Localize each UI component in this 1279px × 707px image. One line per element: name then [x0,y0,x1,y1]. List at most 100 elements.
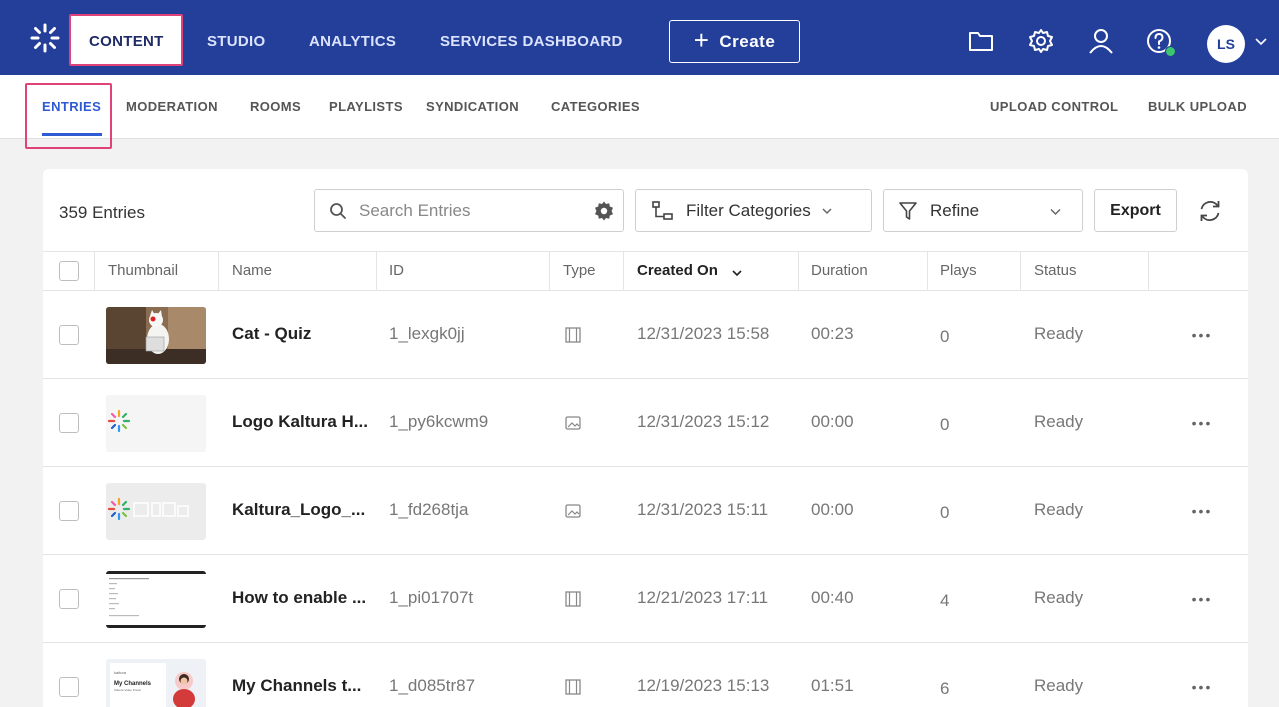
kaltura-logo-icon[interactable] [29,22,61,54]
video-icon [565,591,581,607]
header-created-on[interactable]: Created On [637,262,718,279]
column-separator [376,252,377,291]
more-actions-button[interactable]: ••• [1187,677,1217,697]
topnav-analytics[interactable]: ANALYTICS [309,32,396,52]
more-actions-button[interactable]: ••• [1187,413,1217,433]
row-checkbox[interactable] [59,589,79,609]
entries-tab-highlight [25,83,112,149]
entry-id: 1_d085tr87 [389,676,476,695]
kaltura-logo-thumbnail [106,395,206,452]
header-id[interactable]: ID [389,262,404,279]
subnav-syndication[interactable]: SYNDICATION [426,99,519,114]
create-button[interactable]: + Create [669,20,800,63]
entry-plays: 6 [940,679,950,698]
chevron-down-icon[interactable] [1254,34,1268,48]
create-label: Create [719,31,776,51]
sort-descending-icon[interactable] [731,267,743,279]
thumbnail-how-to-enable[interactable] [106,571,206,628]
user-icon[interactable] [1087,27,1115,55]
upload-control-link[interactable]: UPLOAD CONTROL [990,99,1118,114]
folder-icon[interactable] [967,27,995,55]
user-avatar[interactable]: LS [1207,25,1245,63]
table-header: Thumbnail Name ID Type Created On Durati… [43,251,1248,291]
online-status-dot [1165,46,1176,57]
more-actions-button[interactable]: ••• [1187,589,1217,609]
category-tree-icon [652,200,673,220]
table-row[interactable]: How to enable ... 1_pi01707t 12/21/2023 … [43,555,1248,643]
refresh-icon[interactable] [1197,198,1223,224]
entry-plays: 4 [940,591,950,610]
cat-video-thumbnail [106,307,206,364]
row-checkbox[interactable] [59,413,79,433]
entry-name[interactable]: How to enable ... [232,588,366,608]
entry-name[interactable]: Logo Kaltura H... [232,412,368,432]
entry-name[interactable]: Kaltura_Logo_... [232,500,365,520]
export-button[interactable]: Export [1094,189,1177,232]
refine-dropdown[interactable]: Refine [883,189,1083,232]
bulk-upload-link[interactable]: BULK UPLOAD [1148,99,1247,114]
column-separator [798,252,799,291]
entry-id: 1_fd268tja [389,500,469,519]
settings-gear-icon[interactable] [1027,27,1055,55]
video-icon [565,327,581,343]
column-separator [94,252,95,291]
topnav-studio[interactable]: STUDIO [207,32,265,52]
thumbnail-logo-kaltura[interactable] [106,395,206,452]
entry-created-on: 12/31/2023 15:12 [637,412,770,431]
entry-id: 1_py6kcwm9 [389,412,489,431]
column-separator [549,252,550,291]
subnav-rooms[interactable]: ROOMS [250,99,301,114]
thumb-title-text: My Channels [114,681,152,687]
video-icon [565,679,581,695]
search-box[interactable] [314,189,624,232]
entry-status: Ready [1034,324,1084,343]
table-row[interactable]: Kaltura_Logo_... 1_fd268tja 12/31/2023 1… [43,467,1248,555]
more-actions-button[interactable]: ••• [1187,501,1217,521]
thumbnail-cat-quiz[interactable] [106,307,206,364]
thumbnail-kaltura-logo-file[interactable] [106,483,206,540]
topnav-services-dashboard[interactable]: SERVICES DASHBOARD [440,32,623,52]
search-settings-gear-icon[interactable] [593,200,615,222]
header-plays[interactable]: Plays [940,262,977,279]
header-type[interactable]: Type [563,262,596,279]
entry-plays: 0 [940,327,950,346]
column-separator [218,252,219,291]
select-all-checkbox[interactable] [59,261,79,281]
entry-id: 1_pi01707t [389,588,474,607]
table-row[interactable]: Cat - Quiz 1_lexgk0jj 12/31/2023 15:58 0… [43,291,1248,379]
table-row[interactable]: kaltura My Channels Kaltura Video Portal… [43,643,1248,707]
entry-created-on: 12/21/2023 17:11 [637,588,769,607]
subnav-moderation[interactable]: MODERATION [126,99,218,114]
entry-plays: 0 [940,415,950,434]
header-thumbnail: Thumbnail [108,262,179,279]
entry-name[interactable]: My Channels t... [232,676,361,696]
entry-created-on: 12/31/2023 15:58 [637,324,770,343]
thumb-subtitle-text: Kaltura Video Portal [114,688,141,692]
header-duration[interactable]: Duration [811,262,868,279]
header-name[interactable]: Name [232,262,272,279]
image-icon [565,416,581,430]
column-separator [1020,252,1021,291]
header-status[interactable]: Status [1034,262,1077,279]
entry-duration: 00:00 [811,500,854,519]
subnav-categories[interactable]: CATEGORIES [551,99,640,114]
entry-created-on: 12/31/2023 15:11 [637,500,769,519]
topnav-content[interactable]: CONTENT [89,32,164,52]
row-checkbox[interactable] [59,325,79,345]
subnav-playlists[interactable]: PLAYLISTS [329,99,403,114]
search-icon [330,202,346,219]
search-input[interactable] [359,200,569,221]
image-icon [565,504,581,518]
row-checkbox[interactable] [59,501,79,521]
row-checkbox[interactable] [59,677,79,697]
thumbnail-my-channels[interactable]: kaltura My Channels Kaltura Video Portal [106,659,206,707]
my-channels-thumbnail: kaltura My Channels Kaltura Video Portal [106,659,206,707]
entries-count: 359 Entries [59,203,145,222]
entry-duration: 00:00 [811,412,854,431]
column-separator [927,252,928,291]
more-actions-button[interactable]: ••• [1187,325,1217,345]
entry-name[interactable]: Cat - Quiz [232,324,311,344]
filter-categories-dropdown[interactable]: Filter Categories [635,189,872,232]
table-row[interactable]: Logo Kaltura H... 1_py6kcwm9 12/31/2023 … [43,379,1248,467]
kaltura-logo-wordmark-thumbnail [106,483,206,540]
